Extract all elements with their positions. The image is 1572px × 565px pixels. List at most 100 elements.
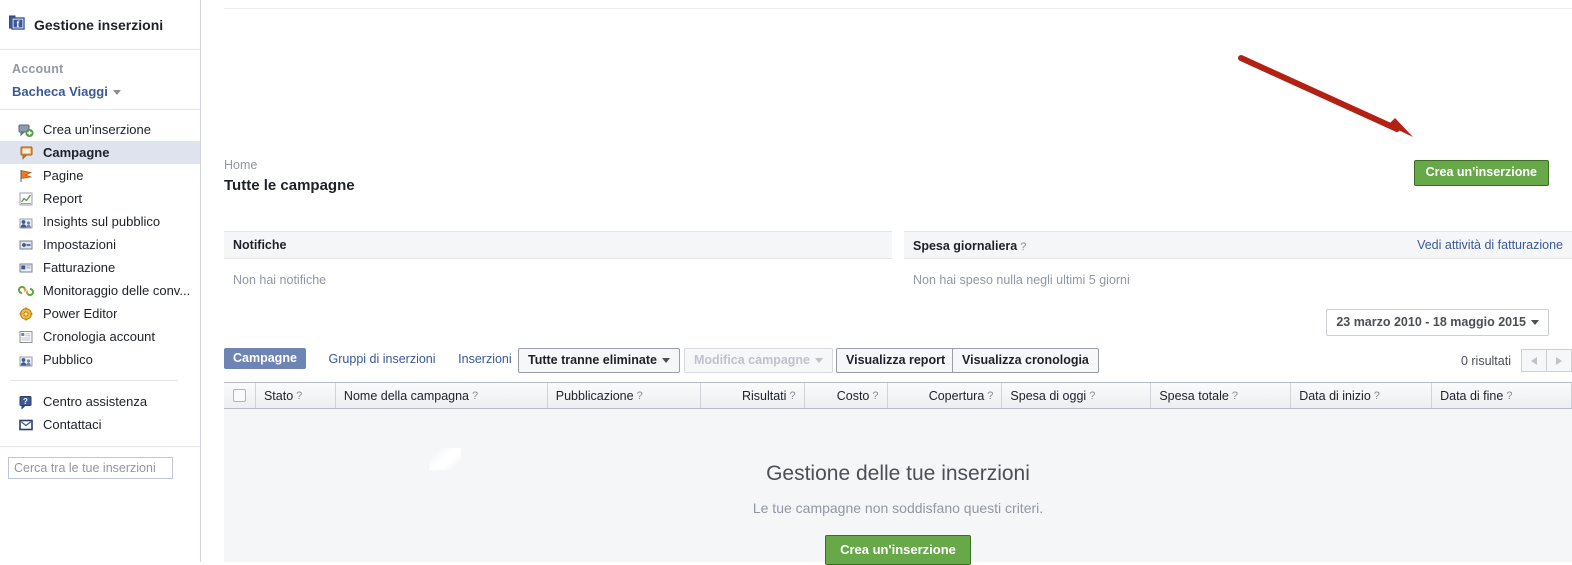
column-header[interactable]: Nome della campagna? xyxy=(336,383,548,408)
daily-spend-panel: Spesa giornaliera? Vedi attività di fatt… xyxy=(904,231,1572,287)
sidebar-item-label: Impostazioni xyxy=(43,237,116,252)
column-header[interactable]: Spesa di oggi? xyxy=(1002,383,1152,408)
help-icon[interactable]: ? xyxy=(1506,390,1512,402)
daily-spend-panel-header: Spesa giornaliera? Vedi attività di fatt… xyxy=(904,231,1572,259)
column-header[interactable]: Data di inizio? xyxy=(1291,383,1433,408)
contact-us-icon xyxy=(18,417,34,433)
table-body: Gestione delle tue inserzioni Le tue cam… xyxy=(224,409,1572,565)
sidebar-item-label: Contattaci xyxy=(43,417,102,432)
facebook-ads-icon: f xyxy=(8,15,26,35)
help-icon[interactable]: ? xyxy=(1374,390,1380,402)
sidebar-item-label: Monitoraggio delle conv... xyxy=(43,283,191,298)
top-divider xyxy=(224,8,1572,9)
results-pagination: 0 risultati xyxy=(1461,349,1572,372)
chevron-right-icon xyxy=(1556,356,1562,365)
sidebar-item-impostazioni[interactable]: Impostazioni xyxy=(0,233,200,256)
sidebar-item-contattaci[interactable]: Contattaci xyxy=(0,413,200,436)
sidebar-item-campagne[interactable]: Campagne xyxy=(0,141,200,164)
column-header[interactable]: Risultati? xyxy=(701,383,805,408)
column-header-label: Costo xyxy=(836,388,870,403)
column-header[interactable]: Pubblicazione? xyxy=(548,383,701,408)
search-input[interactable] xyxy=(8,457,173,479)
account-history-icon xyxy=(18,329,34,345)
sidebar-item-label: Pagine xyxy=(43,168,84,183)
audiences-icon xyxy=(18,352,34,368)
tab-inserzioni[interactable]: Inserzioni xyxy=(458,352,512,366)
column-header-label: Stato xyxy=(263,388,294,403)
sidebar-item-cronologia-account[interactable]: Cronologia account xyxy=(0,325,200,348)
daily-spend-title-wrap: Spesa giornaliera? xyxy=(913,238,1026,253)
help-icon[interactable]: ? xyxy=(296,390,302,402)
chevron-down-icon xyxy=(815,358,823,363)
table-header-row: Stato? Nome della campagna? Pubblicazione?… xyxy=(224,383,1572,409)
sidebar-item-monitoraggio-delle-conversioni[interactable]: Monitoraggio delle conv... xyxy=(0,279,200,302)
column-header[interactable]: Stato? xyxy=(256,383,336,408)
help-icon[interactable]: ? xyxy=(637,390,643,402)
sidebar-item-label: Power Editor xyxy=(43,306,118,321)
column-header-label: Pubblicazione xyxy=(555,388,634,403)
date-range-picker[interactable]: 23 marzo 2010 - 18 maggio 2015 xyxy=(1326,309,1549,336)
column-header-label: Risultati xyxy=(741,388,787,403)
select-all-checkbox-header[interactable] xyxy=(224,383,256,408)
help-icon[interactable]: ? xyxy=(1089,390,1095,402)
help-icon[interactable]: ? xyxy=(1232,390,1238,402)
sidebar-divider-2 xyxy=(0,446,200,447)
report-chart-icon xyxy=(18,191,34,207)
empty-state-title: Gestione delle tue inserzioni xyxy=(766,462,1030,485)
select-all-checkbox[interactable] xyxy=(232,389,246,402)
tab-campagne[interactable]: Campagne xyxy=(224,348,306,369)
notifications-body: Non hai notifiche xyxy=(233,273,327,287)
prev-page-button[interactable] xyxy=(1521,349,1547,372)
column-header-label: Nome della campagna xyxy=(343,388,469,403)
table-toolbar: Campagne Gruppi di inserzioni Inserzioni… xyxy=(224,348,1572,373)
sidebar-item-crea-un-inserzione[interactable]: Crea un'inserzione xyxy=(0,118,200,141)
render-artifact xyxy=(429,448,461,470)
sidebar-item-label: Insights sul pubblico xyxy=(43,214,161,229)
column-header[interactable]: Copertura? xyxy=(888,383,1003,408)
help-icon[interactable]: ? xyxy=(1020,241,1026,253)
tab-gruppi-di-inserzioni[interactable]: Gruppi di inserzioni xyxy=(329,352,436,366)
next-page-button[interactable] xyxy=(1547,349,1572,372)
sidebar-item-fatturazione[interactable]: Fatturazione xyxy=(0,256,200,279)
billing-activity-link[interactable]: Vedi attività di fatturazione xyxy=(1417,238,1563,252)
sidebar-item-label: Centro assistenza xyxy=(43,394,148,409)
sidebar-item-pagine[interactable]: Pagine xyxy=(0,164,200,187)
edit-campaigns-dropdown[interactable]: Modifica campagne xyxy=(684,348,833,373)
help-icon[interactable]: ? xyxy=(789,390,795,402)
help-center-icon: ? xyxy=(18,394,34,410)
create-ad-button-empty[interactable]: Crea un'inserzione xyxy=(825,535,971,565)
create-ad-button-top[interactable]: Crea un'inserzione xyxy=(1413,160,1549,186)
sidebar-item-centro-assistenza[interactable]: ? Centro assistenza xyxy=(0,390,200,413)
column-header[interactable]: Spesa totale? xyxy=(1151,383,1292,408)
view-history-button[interactable]: Visualizza cronologia xyxy=(952,348,1099,373)
billing-icon xyxy=(18,260,34,276)
campaigns-icon xyxy=(18,145,34,161)
sidebar-item-power-editor[interactable]: Power Editor xyxy=(0,302,200,325)
column-header-label: Spesa totale xyxy=(1159,388,1229,403)
sidebar-item-insights-sul-pubblico[interactable]: Insights sul pubblico xyxy=(0,210,200,233)
breadcrumb[interactable]: Home xyxy=(224,158,1572,172)
help-icon[interactable]: ? xyxy=(987,390,993,402)
main-content: Home Tutte le campagne Crea un'inserzion… xyxy=(201,0,1572,565)
view-report-button[interactable]: Visualizza report xyxy=(836,348,956,373)
empty-state-subtitle: Le tue campagne non soddisfano questi cr… xyxy=(752,500,1044,516)
account-section: Account Bacheca Viaggi xyxy=(0,50,200,110)
sidebar-search-wrap xyxy=(0,457,200,479)
sidebar-item-report[interactable]: Report xyxy=(0,187,200,210)
sidebar: f Gestione inserzioni Account Bacheca Vi… xyxy=(0,0,201,562)
account-switcher[interactable]: Bacheca Viaggi xyxy=(12,84,200,99)
column-header-label: Data di fine xyxy=(1440,388,1504,403)
sidebar-item-pubblico[interactable]: Pubblico xyxy=(0,348,200,371)
filter-dropdown[interactable]: Tutte tranne eliminate xyxy=(518,348,680,373)
filter-dropdown-label: Tutte tranne eliminate xyxy=(528,353,657,367)
page-title: Tutte le campagne xyxy=(224,177,355,194)
account-label: Account xyxy=(12,62,64,76)
help-icon[interactable]: ? xyxy=(872,390,878,402)
sidebar-nav: Crea un'inserzione Campagne Pagine Repor… xyxy=(0,110,200,479)
column-header[interactable]: Costo? xyxy=(805,383,888,408)
help-icon[interactable]: ? xyxy=(472,390,478,402)
edit-campaigns-label: Modifica campagne xyxy=(694,353,810,367)
column-header[interactable]: Data di fine? xyxy=(1432,383,1572,408)
results-count: 0 risultati xyxy=(1460,353,1511,368)
sidebar-item-label: Crea un'inserzione xyxy=(43,122,151,137)
